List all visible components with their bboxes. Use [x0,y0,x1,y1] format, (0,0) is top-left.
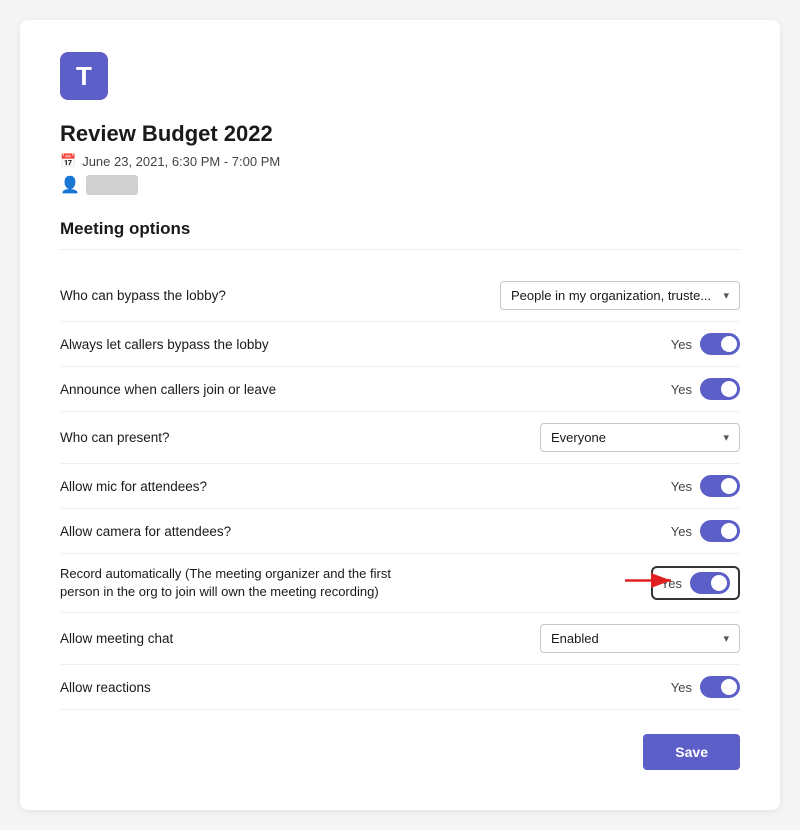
table-row: Who can bypass the lobby? People in my o… [60,270,740,322]
option-control-always-bypass: Yes [434,322,740,367]
option-control-allow-camera: Yes [434,509,740,554]
meeting-chat-dropdown[interactable]: Enabled ▾ [540,624,740,653]
meeting-datetime: 📅 June 23, 2021, 6:30 PM - 7:00 PM [60,153,740,169]
option-label-reactions: Allow reactions [60,665,434,710]
option-label-meeting-chat: Allow meeting chat [60,613,434,665]
option-label-allow-camera: Allow camera for attendees? [60,509,434,554]
who-present-dropdown[interactable]: Everyone ▾ [540,423,740,452]
announce-label: Yes [671,382,692,397]
always-bypass-toggle[interactable] [700,333,740,355]
announce-toggle[interactable] [700,378,740,400]
chevron-down-icon: ▾ [723,632,729,645]
section-title: Meeting options [60,219,740,250]
table-row: Always let callers bypass the lobby Yes [60,322,740,367]
allow-mic-toggle[interactable] [700,475,740,497]
option-label-always-bypass: Always let callers bypass the lobby [60,322,434,367]
save-button-row: Save [60,734,740,770]
reactions-toggle[interactable] [700,676,740,698]
option-control-reactions: Yes [434,665,740,710]
table-row: Allow mic for attendees? Yes [60,464,740,509]
arrow-indicator [625,566,680,601]
always-bypass-label: Yes [671,337,692,352]
table-row: Allow meeting chat Enabled ▾ [60,613,740,665]
option-control-announce: Yes [434,367,740,412]
allow-camera-toggle-group: Yes [671,520,740,542]
option-control-who-present: Everyone ▾ [434,412,740,464]
option-control-allow-mic: Yes [434,464,740,509]
save-button[interactable]: Save [643,734,740,770]
organizer-avatar [86,175,138,195]
bypass-lobby-dropdown[interactable]: People in my organization, truste... ▾ [500,281,740,310]
table-row: Who can present? Everyone ▾ [60,412,740,464]
option-control-bypass-lobby: People in my organization, truste... ▾ [434,270,740,322]
reactions-label: Yes [671,680,692,695]
option-label-announce: Announce when callers join or leave [60,367,434,412]
option-control-meeting-chat: Enabled ▾ [434,613,740,665]
teams-logo: T [60,52,740,121]
announce-toggle-group: Yes [671,378,740,400]
table-row: Allow camera for attendees? Yes [60,509,740,554]
options-table: Who can bypass the lobby? People in my o… [60,270,740,710]
allow-mic-toggle-group: Yes [671,475,740,497]
calendar-icon: 📅 [60,153,76,169]
reactions-toggle-group: Yes [671,676,740,698]
meeting-options-card: T Review Budget 2022 📅 June 23, 2021, 6:… [20,20,780,810]
allow-mic-label: Yes [671,479,692,494]
meeting-title: Review Budget 2022 [60,121,740,147]
option-label-who-present: Who can present? [60,412,434,464]
option-label-record-auto: Record automatically (The meeting organi… [60,554,434,613]
meeting-organizer: 👤 [60,175,740,195]
person-icon: 👤 [60,175,80,195]
table-row: Record automatically (The meeting organi… [60,554,740,613]
always-bypass-toggle-group: Yes [671,333,740,355]
option-label-allow-mic: Allow mic for attendees? [60,464,434,509]
chevron-down-icon: ▾ [723,289,729,302]
option-label-bypass-lobby: Who can bypass the lobby? [60,270,434,322]
record-auto-toggle[interactable] [690,572,730,594]
chevron-down-icon: ▾ [723,431,729,444]
allow-camera-toggle[interactable] [700,520,740,542]
table-row: Announce when callers join or leave Yes [60,367,740,412]
svg-text:T: T [76,61,92,91]
option-control-record-auto: Yes [434,554,740,613]
table-row: Allow reactions Yes [60,665,740,710]
allow-camera-label: Yes [671,524,692,539]
